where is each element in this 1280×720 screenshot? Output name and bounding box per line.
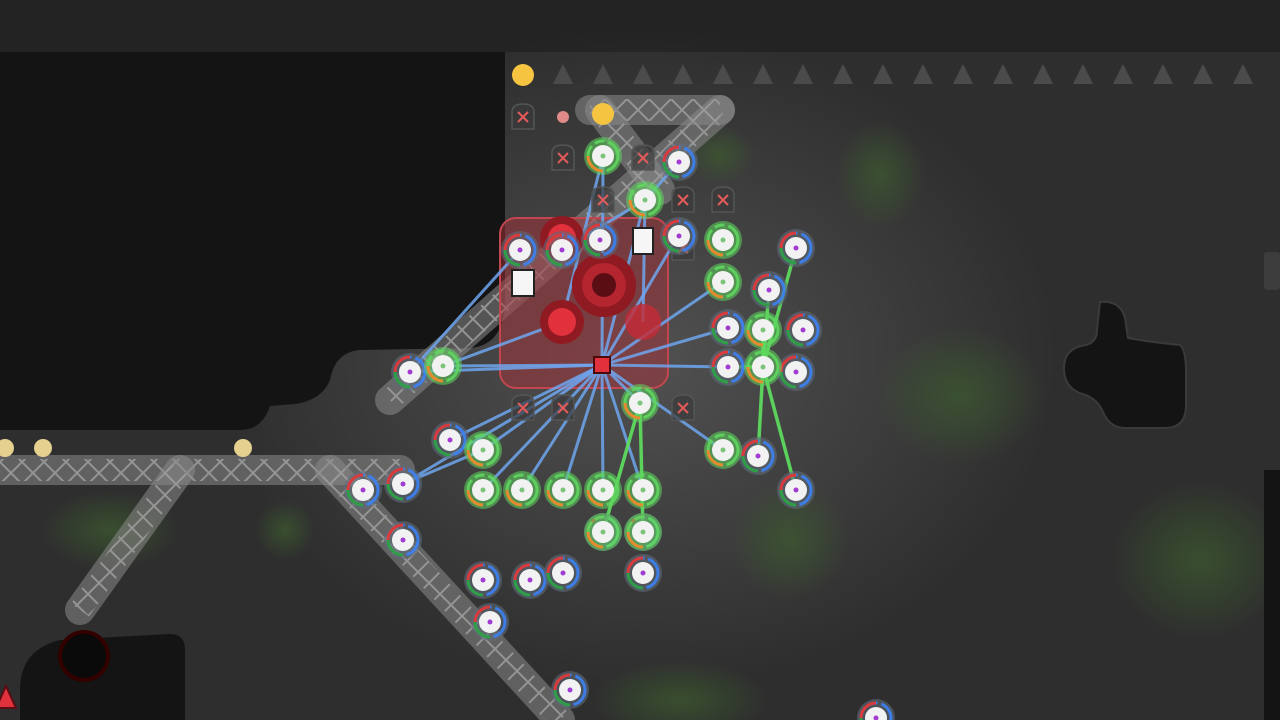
node-icon[interactable] [584, 137, 622, 175]
node-icon[interactable] [543, 231, 581, 269]
disabled-socket-icon [671, 394, 695, 421]
block-top [632, 227, 654, 255]
coin-icon [234, 439, 252, 457]
node-icon[interactable] [857, 699, 895, 720]
node-icon[interactable] [431, 421, 469, 459]
spike-icon [953, 64, 973, 84]
spike-icon [873, 64, 893, 84]
coin-icon [592, 103, 614, 125]
disabled-socket-icon [591, 186, 615, 213]
node-icon[interactable] [660, 143, 698, 181]
spike-icon [1153, 64, 1173, 84]
right-edge-marker [1264, 252, 1280, 290]
node-icon[interactable] [424, 347, 462, 385]
spike-icon [1233, 64, 1253, 84]
right-wall [1264, 470, 1280, 720]
spike-icon [1113, 64, 1133, 84]
spike-icon [1033, 64, 1053, 84]
coin-icon [0, 439, 14, 457]
node-icon[interactable] [581, 221, 619, 259]
node-icon[interactable] [511, 561, 549, 599]
node-icon[interactable] [709, 348, 747, 386]
node-icon[interactable] [704, 263, 742, 301]
node-icon[interactable] [709, 309, 747, 347]
coin-icon [34, 439, 52, 457]
disabled-socket-icon [551, 394, 575, 421]
node-icon[interactable] [621, 384, 659, 422]
node-icon[interactable] [744, 311, 782, 349]
node-icon[interactable] [704, 221, 742, 259]
node-icon[interactable] [584, 471, 622, 509]
node-icon[interactable] [551, 671, 589, 709]
hub-icon[interactable] [593, 356, 611, 374]
node-icon[interactable] [344, 471, 382, 509]
spike-icon [913, 64, 933, 84]
obstacle-blob [1062, 300, 1187, 429]
node-icon[interactable] [471, 603, 509, 641]
node-icon[interactable] [704, 431, 742, 469]
spike-icon [993, 64, 1013, 84]
node-icon[interactable] [544, 471, 582, 509]
node-icon[interactable] [544, 554, 582, 592]
node-icon[interactable] [777, 471, 815, 509]
spike-icon [1193, 64, 1213, 84]
disabled-socket-icon [631, 144, 655, 171]
game-viewport[interactable] [0, 0, 1280, 720]
disabled-socket-icon [551, 144, 575, 171]
node-icon[interactable] [391, 353, 429, 391]
node-icon[interactable] [501, 231, 539, 269]
node-icon[interactable] [624, 471, 662, 509]
pit-icon [58, 630, 110, 682]
node-icon[interactable] [739, 437, 777, 475]
disabled-socket-icon [511, 103, 535, 130]
node-icon[interactable] [744, 348, 782, 386]
node-icon[interactable] [777, 353, 815, 391]
warning-triangle-icon [0, 683, 18, 709]
node-icon[interactable] [750, 271, 788, 309]
node-icon[interactable] [384, 521, 422, 559]
node-icon[interactable] [464, 431, 502, 469]
disabled-socket-icon [511, 394, 535, 421]
node-icon[interactable] [384, 465, 422, 503]
node-icon[interactable] [624, 513, 662, 551]
spike-icon [1073, 64, 1093, 84]
coin-icon [557, 111, 569, 123]
coin-icon [512, 64, 534, 86]
node-icon[interactable] [464, 561, 502, 599]
node-icon[interactable] [464, 471, 502, 509]
node-icon[interactable] [660, 217, 698, 255]
node-icon[interactable] [784, 311, 822, 349]
node-icon[interactable] [626, 181, 664, 219]
node-icon[interactable] [584, 513, 622, 551]
node-icon[interactable] [777, 229, 815, 267]
node-icon[interactable] [624, 554, 662, 592]
node-icon[interactable] [503, 471, 541, 509]
game-canvas[interactable] [0, 0, 1280, 720]
disabled-socket-icon [711, 186, 735, 213]
disabled-socket-icon [671, 186, 695, 213]
block-left [511, 269, 535, 297]
link-icon [442, 363, 603, 368]
